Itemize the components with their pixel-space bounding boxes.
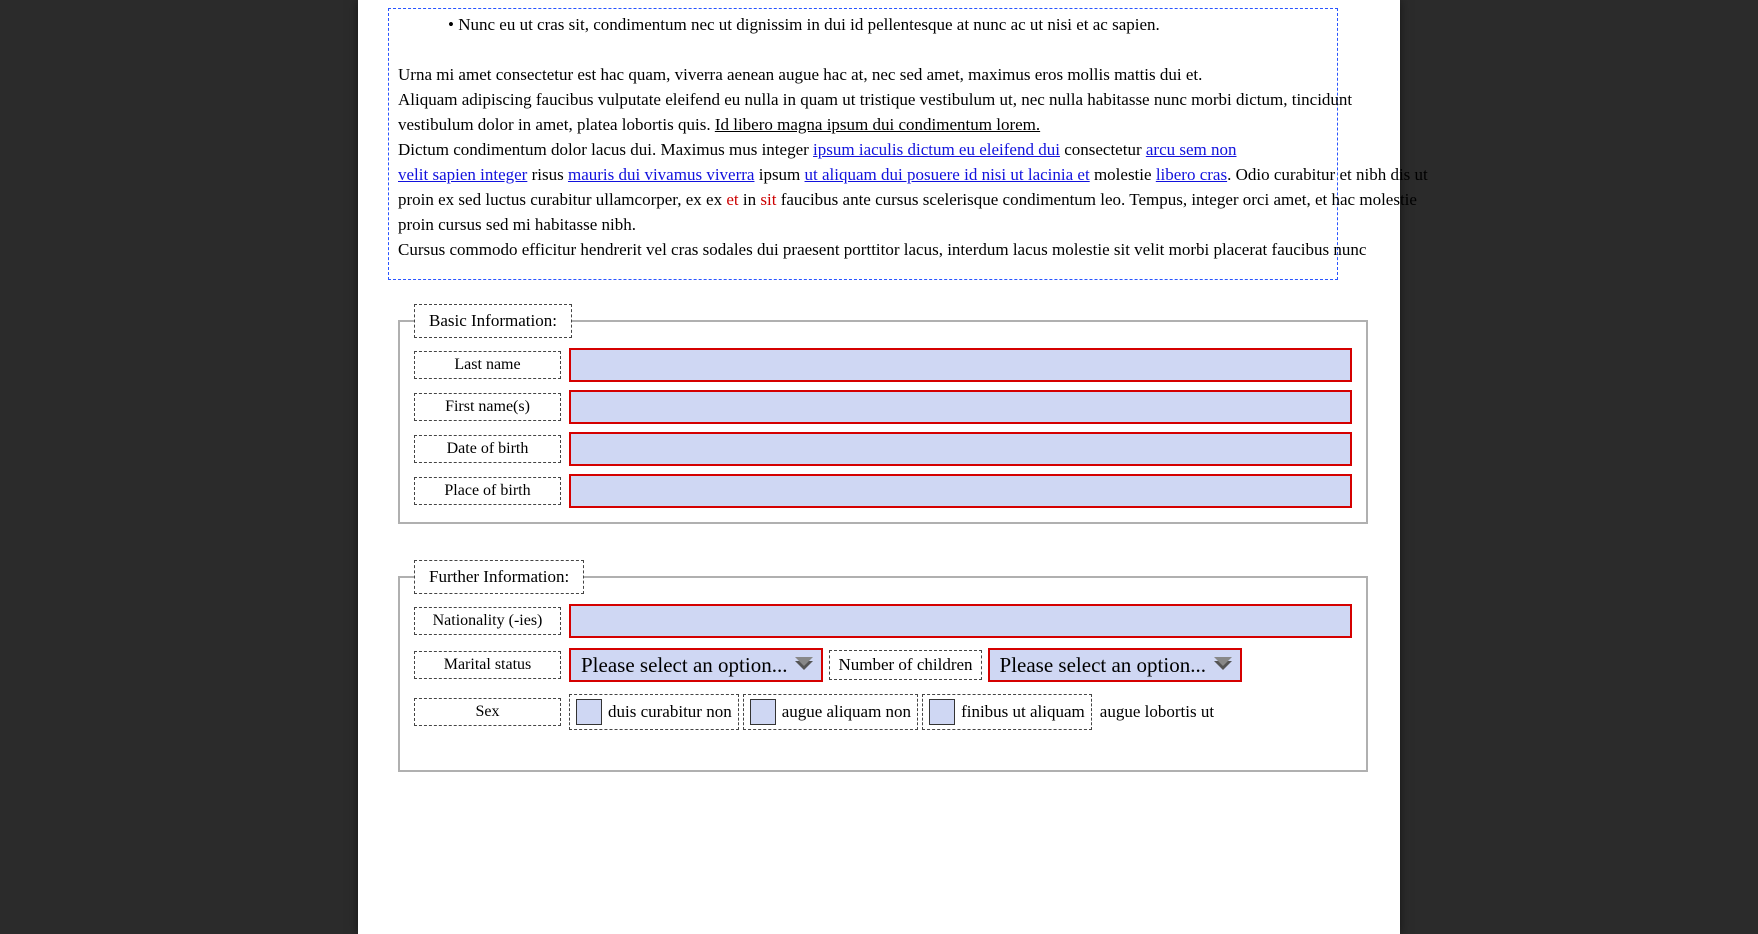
checkbox-extra: augue lobortis ut: [1100, 698, 1214, 726]
placeofbirth-input[interactable]: [569, 474, 1352, 508]
form-page: • Nunc eu ut cras sit, condimentum nec u…: [358, 0, 1400, 934]
instructions-p8: proin cursus sed mi habitasse nibh.: [398, 212, 1398, 237]
instructions-p9: Cursus commodo efficitur hendrerit vel c…: [398, 237, 1398, 262]
further-information-fieldset: Further Information: Nationality (-ies) …: [398, 560, 1368, 772]
marital-label: Marital status: [414, 651, 561, 679]
checkbox-c[interactable]: [929, 699, 955, 725]
placeofbirth-label: Place of birth: [414, 477, 561, 505]
checkbox-c-label: finibus ut aliquam: [961, 702, 1085, 722]
firstname-input[interactable]: [569, 390, 1352, 424]
instructions-p5: Dictum condimentum dolor lacus dui. Maxi…: [398, 137, 1398, 162]
checkbox-group-b: augue aliquam non: [743, 694, 918, 730]
instructions-p2: Urna mi amet consectetur est hac quam, v…: [398, 62, 1398, 87]
nationality-label: Nationality (-ies): [414, 607, 561, 635]
chevron-down-icon: [795, 661, 813, 670]
children-label: Number of children: [829, 650, 981, 680]
bullet-line: • Nunc eu ut cras sit, condimentum nec u…: [448, 12, 1398, 37]
children-dropdown[interactable]: Please select an option...: [988, 648, 1242, 682]
instructions-p7: proin ex sed luctus curabitur ullamcorpe…: [398, 187, 1398, 212]
checkbox-b-label: augue aliquam non: [782, 702, 911, 722]
sex-label: Sex: [414, 698, 561, 726]
instructions-block: • Nunc eu ut cras sit, condimentum nec u…: [398, 12, 1398, 262]
basic-information-fieldset: Basic Information: Last name First name(…: [398, 304, 1368, 524]
firstname-label: First name(s): [414, 393, 561, 421]
instructions-p3: Aliquam adipiscing faucibus vulputate el…: [398, 87, 1398, 112]
marital-dropdown[interactable]: Please select an option...: [569, 648, 823, 682]
checkbox-a[interactable]: [576, 699, 602, 725]
dob-label: Date of birth: [414, 435, 561, 463]
dob-input[interactable]: [569, 432, 1352, 466]
nationality-input[interactable]: [569, 604, 1352, 638]
checkbox-group-a: duis curabitur non: [569, 694, 739, 730]
lastname-input[interactable]: [569, 348, 1352, 382]
checkbox-b[interactable]: [750, 699, 776, 725]
checkbox-group-c: finibus ut aliquam: [922, 694, 1092, 730]
instructions-p4: vestibulum dolor in amet, platea loborti…: [398, 112, 1398, 137]
further-information-legend: Further Information:: [414, 560, 584, 594]
checkbox-a-label: duis curabitur non: [608, 702, 732, 722]
chevron-down-icon: [1214, 661, 1232, 670]
instructions-p6: velit sapien integer risus mauris dui vi…: [398, 162, 1398, 187]
lastname-label: Last name: [414, 351, 561, 379]
basic-information-legend: Basic Information:: [414, 304, 572, 338]
